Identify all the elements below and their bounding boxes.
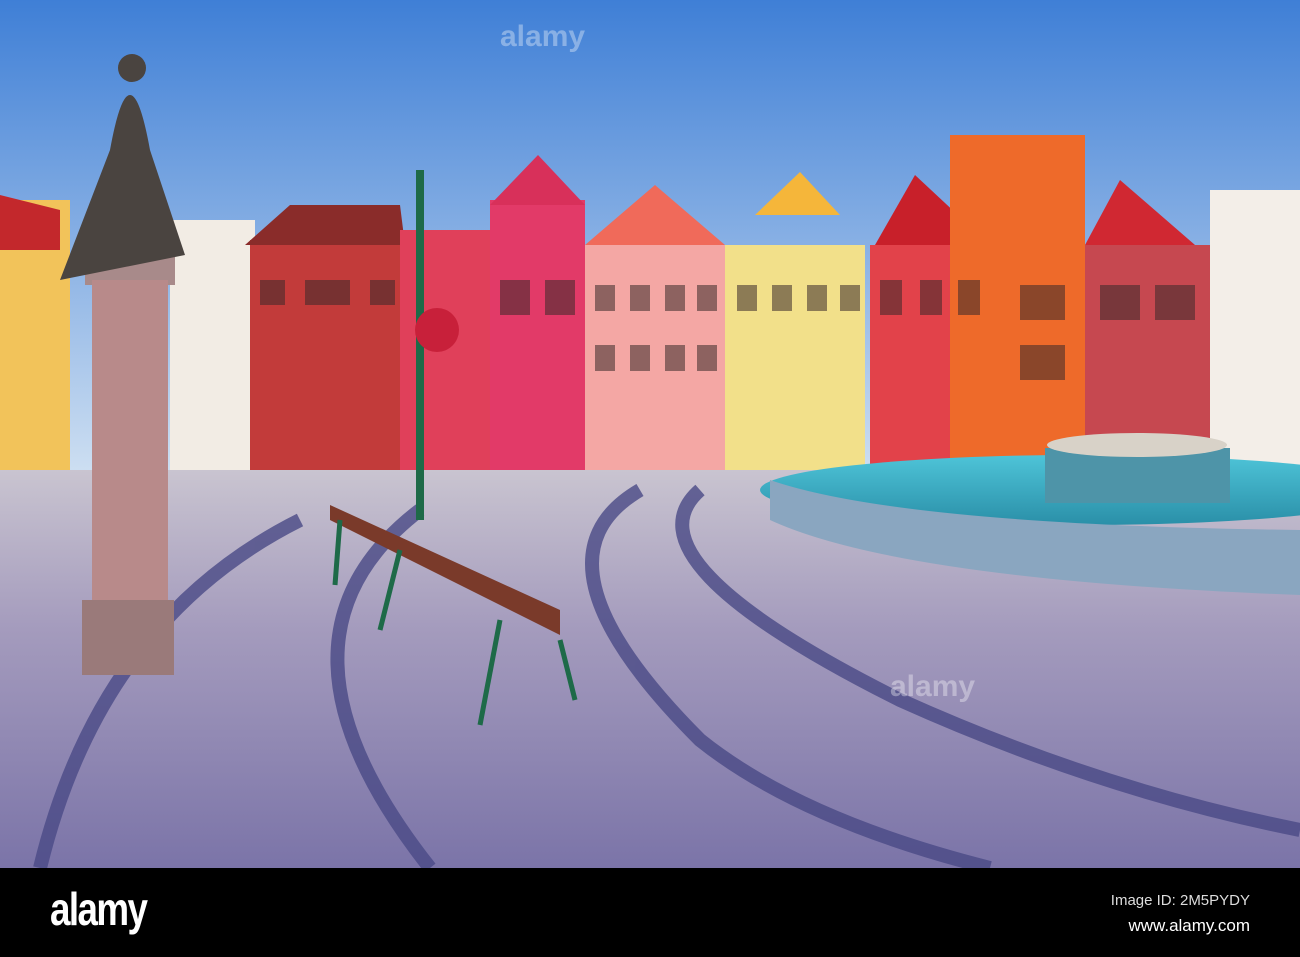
image-id: Image ID: 2M5PYDY — [1110, 892, 1250, 909]
website-link[interactable]: www.alamy.com — [1128, 916, 1250, 936]
footer-bar: alamy Image ID: 2M5PYDY www.alamy.com — [0, 868, 1300, 957]
town-square-photo — [0, 0, 1300, 868]
watermark: alamy — [500, 20, 586, 53]
watermark: alamy — [890, 670, 976, 703]
alamy-logo: alamy — [50, 883, 148, 935]
